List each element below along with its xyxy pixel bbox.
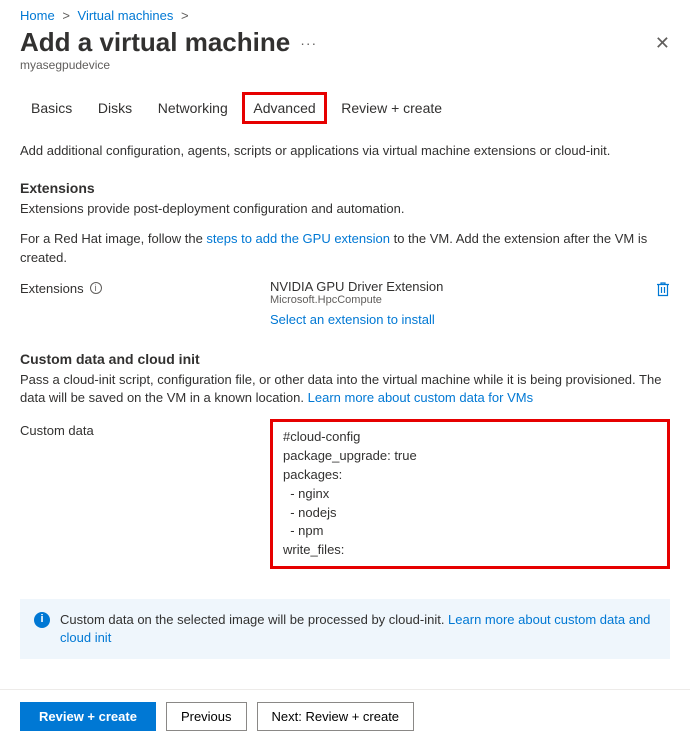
select-extension-link[interactable]: Select an extension to install: [270, 312, 435, 327]
info-icon: i: [34, 612, 50, 628]
tab-disks[interactable]: Disks: [87, 92, 143, 124]
breadcrumb-home[interactable]: Home: [20, 8, 55, 23]
custom-data-desc: Pass a cloud-init script, configuration …: [20, 371, 670, 407]
next-button[interactable]: Next: Review + create: [257, 702, 415, 731]
extensions-redhat-note: For a Red Hat image, follow the steps to…: [20, 230, 670, 266]
page-subtitle: myasegpudevice: [0, 58, 690, 92]
footer-bar: Review + create Previous Next: Review + …: [0, 689, 690, 743]
custom-data-label: Custom data: [20, 419, 270, 569]
info-icon[interactable]: i: [90, 282, 102, 294]
cloud-init-info-banner: i Custom data on the selected image will…: [20, 599, 670, 659]
close-icon[interactable]: ✕: [655, 27, 670, 54]
breadcrumb: Home > Virtual machines >: [0, 0, 690, 25]
custom-data-heading: Custom data and cloud init: [20, 351, 670, 367]
extensions-desc: Extensions provide post-deployment confi…: [20, 200, 670, 218]
tab-advanced[interactable]: Advanced: [242, 92, 326, 124]
chevron-right-icon: >: [62, 8, 70, 23]
extensions-field-label: Extensions: [20, 281, 84, 296]
delete-extension-button[interactable]: [656, 279, 670, 300]
breadcrumb-vms[interactable]: Virtual machines: [78, 8, 174, 23]
page-title: Add a virtual machine: [20, 27, 290, 58]
tab-review[interactable]: Review + create: [330, 92, 453, 124]
extension-name: NVIDIA GPU Driver Extension: [270, 279, 656, 294]
extension-publisher: Microsoft.HpcCompute: [270, 294, 656, 306]
more-actions-button[interactable]: ···: [300, 27, 317, 51]
chevron-right-icon: >: [181, 8, 189, 23]
trash-icon: [656, 281, 670, 297]
custom-data-learn-more-link[interactable]: Learn more about custom data for VMs: [308, 390, 533, 405]
tab-basics[interactable]: Basics: [20, 92, 83, 124]
previous-button[interactable]: Previous: [166, 702, 247, 731]
gpu-extension-steps-link[interactable]: steps to add the GPU extension: [206, 231, 390, 246]
tabs: Basics Disks Networking Advanced Review …: [0, 92, 690, 124]
tab-networking[interactable]: Networking: [147, 92, 239, 124]
intro-text: Add additional configuration, agents, sc…: [20, 142, 670, 160]
extensions-heading: Extensions: [20, 180, 670, 196]
custom-data-textarea[interactable]: #cloud-config package_upgrade: true pack…: [270, 419, 670, 569]
review-create-button[interactable]: Review + create: [20, 702, 156, 731]
